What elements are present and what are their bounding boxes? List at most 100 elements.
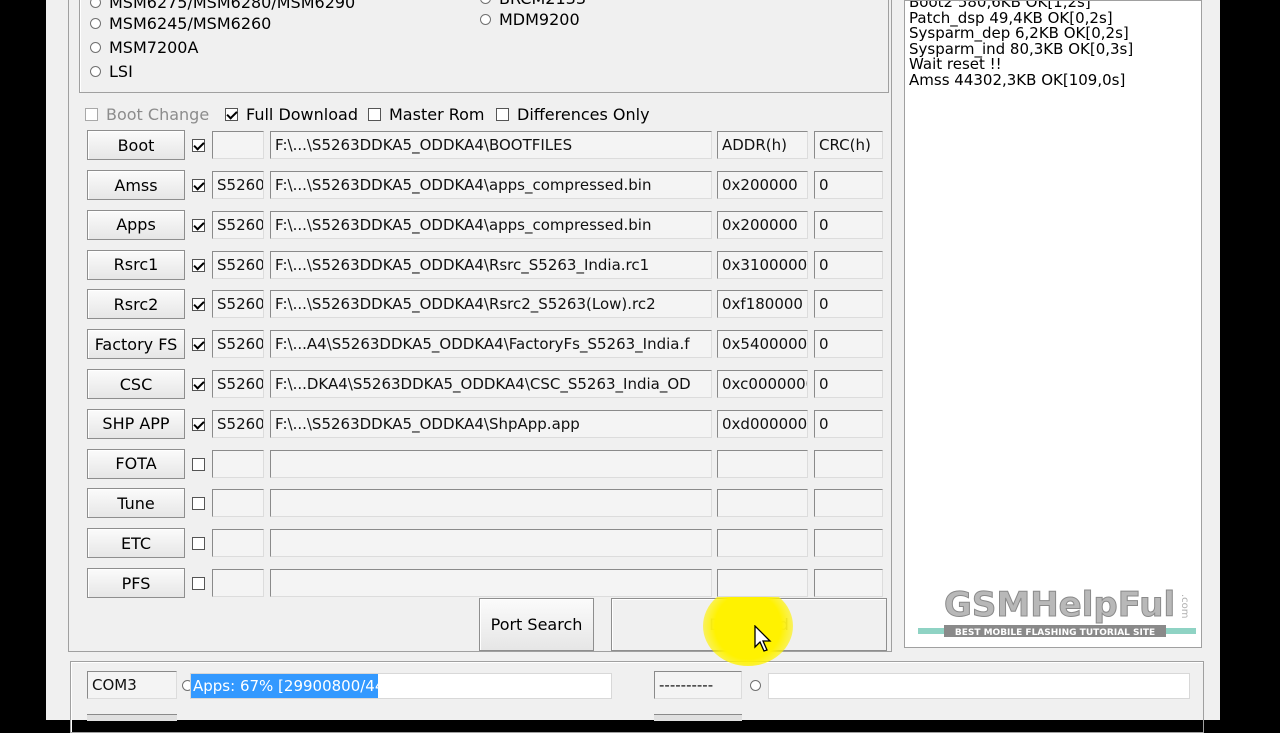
chip-option[interactable]: MSM6275/MSM6280/MSM6290 [90, 0, 355, 12]
csc-path-field[interactable]: F:\...DKA4\S5263DDKA5_ODDKA4\CSC_S5263_I… [270, 370, 712, 398]
shp-app-model-field[interactable]: S5260 [212, 409, 264, 438]
chip-radio[interactable] [90, 41, 101, 53]
pfs-checkbox[interactable] [192, 577, 205, 590]
etc-path-field[interactable] [270, 529, 712, 558]
etc-model-field[interactable] [212, 529, 264, 558]
fota-addr-field[interactable] [717, 449, 808, 478]
chip-label: LSI [109, 61, 133, 81]
csc-crc-field[interactable]: 0 [814, 370, 883, 398]
tune-addr-field[interactable] [717, 489, 808, 518]
factory-fs-crc-field[interactable]: 0 [814, 330, 883, 359]
master-rom-option[interactable]: Master Rom [368, 104, 485, 124]
chip-option[interactable]: MDM9200 [480, 9, 580, 29]
chip-radio[interactable] [90, 17, 101, 29]
etc-button[interactable]: ETC [87, 528, 185, 559]
fota-model-field[interactable] [212, 449, 264, 478]
rsrc1-path-field[interactable]: F:\...\S5263DDKA5_ODDKA4\Rsrc_S5263_Indi… [270, 250, 712, 279]
rsrc1-crc-field[interactable]: 0 [814, 250, 883, 279]
pfs-path-field[interactable] [270, 569, 712, 597]
master-rom-checkbox[interactable] [368, 107, 381, 121]
amss-path-field[interactable]: F:\...\S5263DDKA5_ODDKA4\apps_compressed… [270, 171, 712, 199]
chip-radio[interactable] [90, 65, 101, 77]
amss-crc-field[interactable]: 0 [814, 171, 883, 199]
tune-checkbox[interactable] [192, 497, 205, 511]
chip-label: MSM6245/MSM6260 [109, 13, 272, 33]
amss-checkbox[interactable] [192, 179, 205, 192]
crc-header: CRC(h) [814, 131, 883, 159]
rsrc1-checkbox[interactable] [192, 258, 205, 272]
differences-only-option[interactable]: Differences Only [496, 104, 650, 124]
shp-app-crc-field[interactable]: 0 [814, 409, 883, 438]
csc-addr-field[interactable]: 0xc0000000 [717, 370, 808, 398]
chip-label: MSM6275/MSM6280/MSM6290 [109, 0, 356, 12]
rsrc1-button[interactable]: Rsrc1 [87, 249, 185, 280]
apps-checkbox[interactable] [192, 218, 205, 232]
apps-addr-field[interactable]: 0x200000 [717, 210, 808, 239]
rsrc2-checkbox[interactable] [192, 298, 205, 312]
tune-button[interactable]: Tune [87, 488, 185, 519]
rsrc1-model-field[interactable]: S5260 [212, 250, 264, 279]
fota-path-field[interactable] [270, 449, 712, 478]
amss-model-field[interactable]: S5260 [212, 171, 264, 199]
etc-crc-field[interactable] [814, 529, 883, 558]
rsrc2-addr-field[interactable]: 0xf180000 [717, 290, 808, 319]
fota-checkbox[interactable] [192, 457, 205, 471]
csc-model-field[interactable]: S5260 [212, 370, 264, 398]
amss-addr-field[interactable]: 0x200000 [717, 171, 808, 199]
boot-change-option[interactable]: Boot Change [85, 104, 209, 124]
apps-crc-field[interactable]: 0 [814, 210, 883, 239]
csc-checkbox[interactable] [192, 378, 205, 391]
factory-fs-addr-field[interactable]: 0x5400000 [717, 330, 808, 359]
boot-path-field[interactable]: F:\...\S5263DDKA5_ODDKA4\BOOTFILES [270, 131, 712, 159]
progress-bar-1: Apps: 67% [29900800/44302336] [190, 673, 612, 699]
chip-radio[interactable] [90, 0, 101, 8]
full-download-option[interactable]: Full Download [225, 104, 358, 124]
shp-app-checkbox[interactable] [192, 417, 205, 431]
csc-button[interactable]: CSC [87, 369, 185, 399]
factory-fs-model-field[interactable]: S5260 [212, 330, 264, 359]
boot-model-field[interactable] [212, 131, 264, 159]
rsrc1-addr-field[interactable]: 0x3100000 [717, 250, 808, 279]
chip-radio[interactable] [480, 13, 491, 25]
shp-app-addr-field[interactable]: 0xd0000000 [717, 409, 808, 438]
differences-only-label: Differences Only [517, 104, 650, 124]
master-rom-label: Master Rom [389, 104, 485, 124]
tune-path-field[interactable] [270, 489, 712, 518]
rsrc2-model-field[interactable]: S5260 [212, 290, 264, 319]
factory-fs-button[interactable]: Factory FS [87, 329, 185, 360]
rsrc2-button[interactable]: Rsrc2 [87, 289, 185, 320]
tune-model-field[interactable] [212, 489, 264, 518]
amss-button[interactable]: Amss [87, 170, 185, 200]
pfs-crc-field[interactable] [814, 569, 883, 597]
pfs-model-field[interactable] [212, 569, 264, 597]
chip-option[interactable]: BRCM2133 [480, 0, 586, 8]
chip-option[interactable]: LSI [90, 61, 133, 81]
download-button[interactable]: Download [611, 598, 887, 651]
factory-fs-checkbox[interactable] [192, 338, 205, 352]
boot-button[interactable]: Boot [87, 130, 185, 160]
shp-app-button[interactable]: SHP APP [87, 408, 185, 439]
rsrc2-crc-field[interactable]: 0 [814, 290, 883, 319]
chip-option[interactable]: MSM6245/MSM6260 [90, 13, 271, 33]
apps-model-field[interactable]: S5260 [212, 210, 264, 239]
apps-path-field[interactable]: F:\...\S5263DDKA5_ODDKA4\apps_compressed… [270, 210, 712, 239]
chip-radio[interactable] [480, 0, 491, 4]
apps-button[interactable]: Apps [87, 209, 185, 240]
boot-checkbox[interactable] [192, 139, 205, 152]
rsrc2-path-field[interactable]: F:\...\S5263DDKA5_ODDKA4\Rsrc2_S5263(Low… [270, 290, 712, 319]
etc-checkbox[interactable] [192, 537, 205, 551]
port-search-button[interactable]: Port Search [479, 598, 594, 651]
port-2-radio[interactable] [750, 680, 761, 691]
tune-crc-field[interactable] [814, 489, 883, 518]
factory-fs-path-field[interactable]: F:\...A4\S5263DDKA5_ODDKA4\FactoryFs_S52… [270, 330, 712, 359]
full-download-checkbox[interactable] [225, 107, 238, 121]
pfs-addr-field[interactable] [717, 569, 808, 597]
differences-only-checkbox[interactable] [496, 107, 509, 121]
chip-option[interactable]: MSM7200A [90, 37, 198, 57]
shp-app-path-field[interactable]: F:\...\S5263DDKA5_ODDKA4\ShpApp.app [270, 409, 712, 438]
fota-button[interactable]: FOTA [87, 448, 185, 479]
boot-change-checkbox[interactable] [85, 107, 98, 121]
etc-addr-field[interactable] [717, 529, 808, 558]
pfs-button[interactable]: PFS [87, 568, 185, 598]
fota-crc-field[interactable] [814, 449, 883, 478]
